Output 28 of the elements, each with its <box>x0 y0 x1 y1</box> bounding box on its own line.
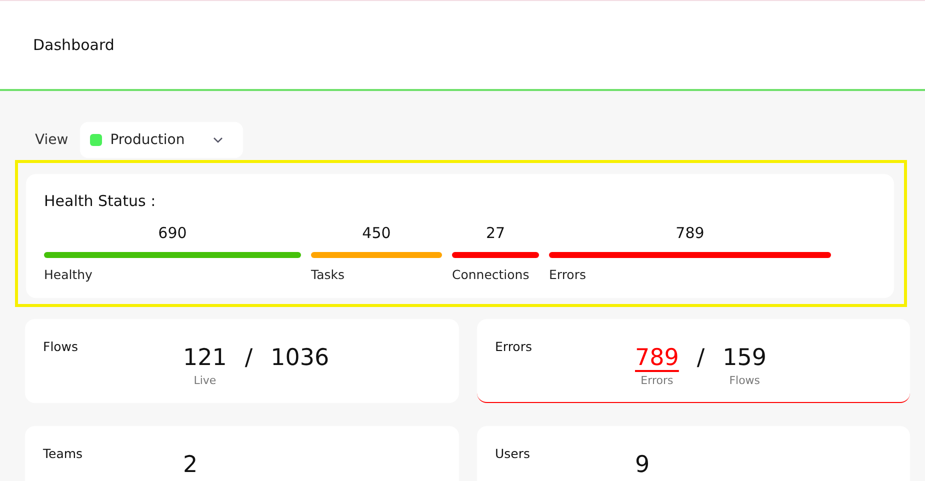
view-label: View <box>35 132 68 148</box>
stat-value: 2 <box>183 453 198 478</box>
stat-value: 1036 <box>270 346 330 372</box>
stat-value: 159 <box>722 346 767 372</box>
segment-label: Connections <box>452 267 530 282</box>
segment-count: 450 <box>361 224 392 242</box>
health-title: Health Status : <box>44 192 157 210</box>
stat-value: 9 <box>635 453 650 478</box>
segment-label: Errors <box>549 267 587 282</box>
separator: / <box>244 346 253 372</box>
stat-caption: Flows <box>729 374 760 388</box>
segment-count: 27 <box>484 224 506 242</box>
card-title: Users <box>495 446 532 463</box>
segment-label: Healthy <box>44 267 94 282</box>
stat-value: 789 <box>635 346 679 372</box>
card-title: Teams <box>43 446 84 463</box>
card-title: Flows <box>43 339 80 356</box>
caret-icon <box>212 137 223 143</box>
segment-count: 690 <box>157 224 188 242</box>
environment-select[interactable]: Production <box>80 122 243 158</box>
card-title: Errors <box>495 339 533 356</box>
stat-caption: Live <box>194 374 216 388</box>
page-title: Dashboard <box>33 36 114 54</box>
segment-label: Tasks <box>311 267 346 282</box>
separator: / <box>696 346 705 372</box>
segment-count: 789 <box>674 224 706 242</box>
stat-value: 121 <box>183 346 227 372</box>
stat-caption: Errors <box>640 374 674 388</box>
